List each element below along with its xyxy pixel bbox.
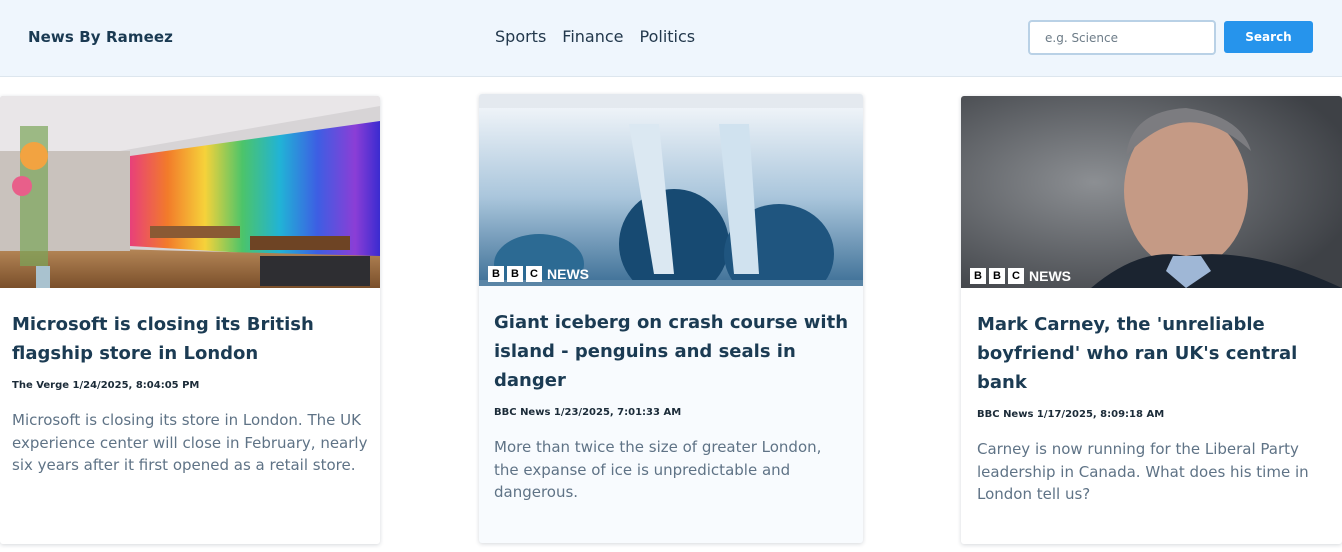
category-nav: Sports Finance Politics	[495, 27, 695, 46]
article-image-mark-carney[interactable]: B B C NEWS	[961, 96, 1342, 288]
article-image-microsoft-store[interactable]	[0, 96, 380, 288]
search-input[interactable]	[1028, 20, 1216, 55]
nav-link-politics[interactable]: Politics	[640, 27, 696, 46]
news-card[interactable]: B B C NEWS Giant iceberg on crash course…	[479, 94, 863, 543]
article-title[interactable]: Giant iceberg on crash course with islan…	[494, 308, 848, 395]
article-meta: BBC News 1/23/2025, 7:01:33 AM	[494, 407, 682, 418]
top-navbar: News By Rameez Sports Finance Politics S…	[0, 0, 1342, 77]
bbc-logo-b1: B	[970, 268, 986, 284]
bbc-logo-b1: B	[488, 266, 504, 282]
article-description: Carney is now running for the Liberal Pa…	[977, 440, 1309, 503]
article-title[interactable]: Mark Carney, the 'unreliable boyfriend' …	[977, 310, 1330, 397]
nav-link-sports[interactable]: Sports	[495, 27, 546, 46]
bbc-news-label: NEWS	[1029, 268, 1071, 284]
iceberg-photo	[479, 94, 863, 286]
brand-logo[interactable]: News By Rameez	[28, 28, 173, 46]
article-image-iceberg[interactable]: B B C NEWS	[479, 94, 863, 286]
microsoft-store-photo	[0, 96, 380, 288]
bbc-logo-b2: B	[507, 266, 523, 282]
bbc-news-overlay: B B C NEWS	[488, 266, 589, 282]
search-button[interactable]: Search	[1224, 21, 1313, 53]
article-meta: BBC News 1/17/2025, 8:09:18 AM	[977, 409, 1165, 420]
news-card[interactable]: Microsoft is closing its British flagshi…	[0, 96, 380, 544]
bbc-logo-c: C	[526, 266, 542, 282]
article-title[interactable]: Microsoft is closing its British flagshi…	[12, 310, 368, 368]
article-meta: The Verge 1/24/2025, 8:04:05 PM	[12, 380, 200, 391]
news-card[interactable]: B B C NEWS Mark Carney, the 'unreliable …	[961, 96, 1342, 544]
bbc-news-overlay: B B C NEWS	[970, 268, 1071, 284]
article-description: Microsoft is closing its store in London…	[12, 411, 368, 474]
article-description: More than twice the size of greater Lond…	[494, 438, 822, 501]
bbc-logo-b2: B	[989, 268, 1005, 284]
bbc-news-label: NEWS	[547, 266, 589, 282]
mark-carney-portrait	[961, 96, 1342, 288]
nav-link-finance[interactable]: Finance	[562, 27, 623, 46]
bbc-logo-c: C	[1008, 268, 1024, 284]
